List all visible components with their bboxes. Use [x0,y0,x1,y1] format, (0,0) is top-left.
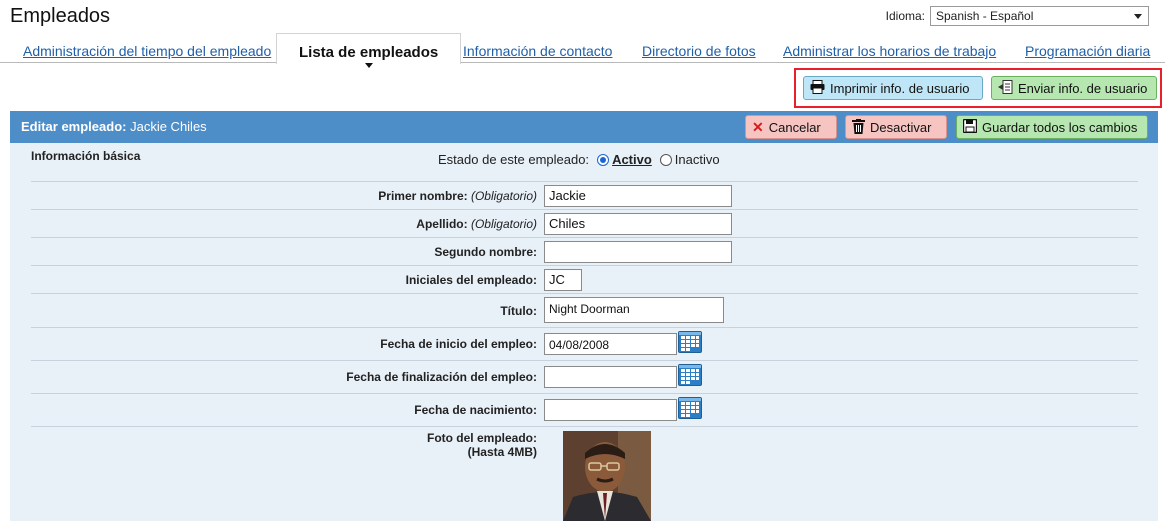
last-name-label: Apellido: (Obligatorio) [416,217,537,231]
trash-icon [852,118,865,136]
tab-bar: Administración del tiempo del empleado L… [0,33,1165,68]
status-label: Estado de este empleado: [438,152,590,167]
save-all-changes-button[interactable]: Guardar todos los cambios [956,115,1148,139]
print-user-info-button[interactable]: Imprimir info. de usuario [803,76,983,100]
edit-employee-title: Editar empleado: Jackie Chiles [21,119,207,134]
end-date-label: Fecha de finalización del empleo: [346,370,537,384]
required-note: (Obligatorio) [470,189,537,203]
edit-employee-prefix: Editar empleado: [21,119,127,134]
middle-name-label: Segundo nombre: [434,245,537,259]
job-title-label: Título: [500,304,537,318]
divider [31,426,1138,427]
cancel-label: Cancelar [768,119,821,135]
divider [31,237,1138,238]
calendar-icon[interactable] [678,364,702,386]
save-all-changes-label: Guardar todos los cambios [982,119,1138,135]
language-select-value: Spanish - Español [936,9,1034,23]
top-bar: Empleados Idioma: Spanish - Español [0,0,1165,33]
divider [31,181,1138,182]
employee-photo-label-line2: (Hasta 4MB) [467,445,537,459]
first-name-input[interactable]: Jackie [544,185,732,207]
edit-employee-name: Jackie Chiles [130,119,207,134]
status-inactive-radio[interactable] [659,153,672,166]
initials-input[interactable]: JC [544,269,582,291]
tab-photo-directory[interactable]: Directorio de fotos [642,43,756,59]
middle-name-input[interactable] [544,241,732,263]
send-user-info-label: Enviar info. de usuario [1018,80,1148,96]
caret-down-icon [364,63,373,68]
employee-photo-label: Foto del empleado: (Hasta 4MB) [427,431,537,459]
language-select[interactable]: Spanish - Español [930,6,1149,26]
tab-work-schedules[interactable]: Administrar los horarios de trabajo [783,43,996,59]
divider [31,393,1138,394]
send-user-info-button[interactable]: Enviar info. de usuario [991,76,1157,100]
status-inactive-label[interactable]: Inactivo [675,152,720,167]
required-note: (Obligatorio) [470,217,537,231]
birth-date-input[interactable] [544,399,677,421]
language-label: Idioma: [885,9,925,23]
divider [31,327,1138,328]
tab-time-administration[interactable]: Administración del tiempo del empleado [23,43,271,59]
start-date-input[interactable]: 04/08/2008 [544,333,677,355]
tab-contact-info[interactable]: Información de contacto [463,43,612,59]
send-document-icon [998,80,1013,96]
first-name-label: Primer nombre: (Obligatorio) [378,189,537,203]
divider [31,360,1138,361]
language-picker: Idioma: Spanish - Español [886,6,1149,26]
section-title: Información básica [31,149,141,163]
tab-daily-schedule[interactable]: Programación diaria [1025,43,1150,59]
print-user-info-label: Imprimir info. de usuario [830,80,970,96]
employee-photo[interactable] [563,431,651,521]
chevron-down-icon [1134,14,1142,19]
cancel-button[interactable]: ✕ Cancelar [745,115,837,139]
first-name-label-text: Primer nombre: [378,189,468,203]
employee-status-row: Estado de este empleado: Activo Inactivo [438,152,720,167]
job-title-input[interactable]: Night Doorman [544,297,724,323]
calendar-icon[interactable] [678,331,702,353]
divider [31,209,1138,210]
deactivate-label: Desactivar [870,119,932,135]
page-title: Empleados [10,5,111,27]
divider [31,293,1138,294]
printer-icon [810,80,825,96]
save-disk-icon [962,118,978,135]
end-date-input[interactable] [544,366,677,388]
last-name-label-text: Apellido: [416,217,468,231]
divider [31,265,1138,266]
last-name-input[interactable]: Chiles [544,213,732,235]
employee-photo-label-line1: Foto del empleado: [426,431,537,445]
close-icon: ✕ [752,119,764,135]
tab-employee-list[interactable]: Lista de empleados [276,33,462,68]
birth-date-label: Fecha de nacimiento: [414,403,537,417]
initials-label: Iniciales del empleado: [405,273,537,287]
deactivate-button[interactable]: Desactivar [845,115,947,139]
start-date-label: Fecha de inicio del empleo: [380,337,537,351]
tab-employee-list-label: Lista de empleados [299,44,439,61]
status-active-radio[interactable] [597,153,610,166]
status-active-label[interactable]: Activo [612,152,652,167]
calendar-icon[interactable] [678,397,702,419]
